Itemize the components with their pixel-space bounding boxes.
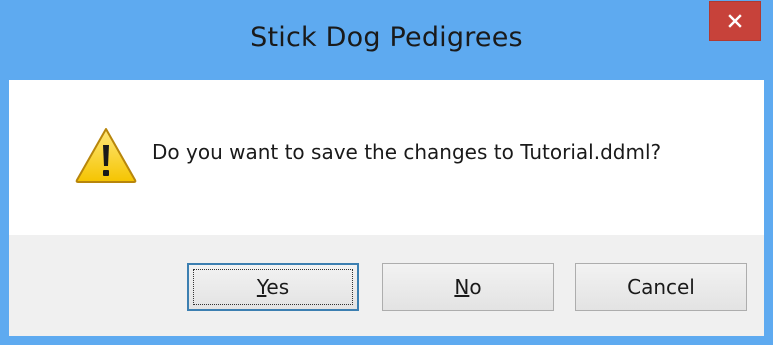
focus-ring bbox=[193, 269, 353, 305]
window-title: Stick Dog Pedigrees bbox=[250, 22, 523, 53]
cancel-label: Cancel bbox=[627, 275, 695, 299]
cancel-button[interactable]: Cancel bbox=[575, 263, 747, 311]
yes-button[interactable]: Yes bbox=[187, 263, 359, 311]
close-button[interactable] bbox=[709, 1, 761, 41]
close-icon bbox=[728, 14, 742, 28]
dialog-body: Do you want to save the changes to Tutor… bbox=[9, 80, 764, 336]
title-bar[interactable]: Stick Dog Pedigrees bbox=[0, 0, 773, 80]
message-text: Do you want to save the changes to Tutor… bbox=[152, 140, 662, 164]
button-bar: Yes No Cancel bbox=[9, 235, 764, 336]
message-area: Do you want to save the changes to Tutor… bbox=[9, 80, 764, 235]
warning-icon bbox=[75, 128, 137, 183]
no-button[interactable]: No bbox=[382, 263, 554, 311]
no-label: No bbox=[454, 275, 482, 299]
dialog-window: Stick Dog Pedigrees Do you want to save … bbox=[0, 0, 773, 345]
